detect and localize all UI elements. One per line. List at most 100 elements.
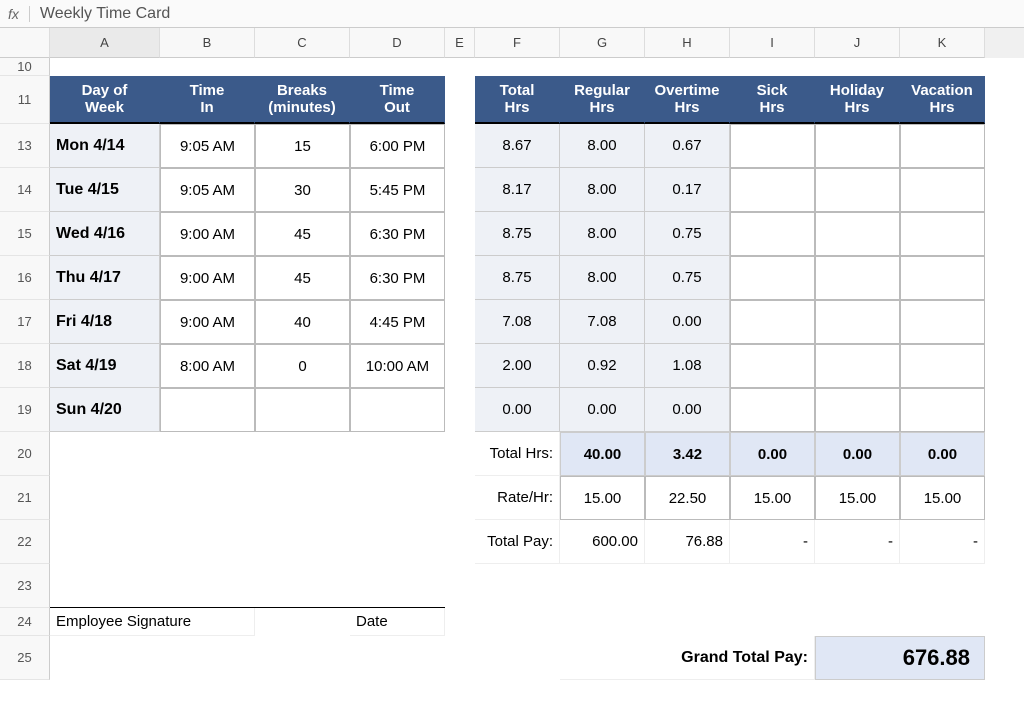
sick-hrs-cell[interactable]: [730, 124, 815, 168]
formula-input[interactable]: [30, 5, 1016, 23]
time-out-cell[interactable]: 6:00 PM: [350, 124, 445, 168]
sick-hrs-cell[interactable]: [730, 256, 815, 300]
cell[interactable]: [445, 212, 475, 256]
cell[interactable]: [445, 124, 475, 168]
col-header-e[interactable]: E: [445, 28, 475, 58]
holiday-hrs-cell[interactable]: [815, 212, 900, 256]
holiday-hrs-cell[interactable]: [815, 344, 900, 388]
breaks-cell[interactable]: 45: [255, 212, 350, 256]
rate-overtime[interactable]: 22.50: [645, 476, 730, 520]
vacation-hrs-cell[interactable]: [900, 256, 985, 300]
row-header-17[interactable]: 17: [0, 300, 50, 344]
cell[interactable]: [255, 608, 350, 636]
rate-sick[interactable]: 15.00: [730, 476, 815, 520]
rate-regular[interactable]: 15.00: [560, 476, 645, 520]
row-header-13[interactable]: 13: [0, 124, 50, 168]
sick-hrs-cell[interactable]: [730, 300, 815, 344]
holiday-hrs-cell[interactable]: [815, 124, 900, 168]
breaks-cell[interactable]: 30: [255, 168, 350, 212]
cell[interactable]: [445, 344, 475, 388]
sick-hrs-cell[interactable]: [730, 168, 815, 212]
grid-body[interactable]: 10 11 Day of Week Time In Breaks (minute…: [0, 58, 1024, 680]
day-cell[interactable]: Sat 4/19: [50, 344, 160, 388]
cell[interactable]: [445, 256, 475, 300]
col-header-k[interactable]: K: [900, 28, 985, 58]
sick-hrs-cell[interactable]: [730, 212, 815, 256]
time-out-cell[interactable]: 6:30 PM: [350, 256, 445, 300]
row-header-18[interactable]: 18: [0, 344, 50, 388]
cell[interactable]: [50, 636, 560, 680]
time-out-cell[interactable]: 6:30 PM: [350, 212, 445, 256]
row-header-23[interactable]: 23: [0, 564, 50, 608]
cell[interactable]: [50, 58, 985, 76]
vacation-hrs-cell[interactable]: [900, 344, 985, 388]
row-header-14[interactable]: 14: [0, 168, 50, 212]
time-out-cell[interactable]: 10:00 AM: [350, 344, 445, 388]
time-in-cell[interactable]: [160, 388, 255, 432]
vacation-hrs-cell[interactable]: [900, 300, 985, 344]
col-header-c[interactable]: C: [255, 28, 350, 58]
cell[interactable]: [50, 520, 445, 564]
vacation-hrs-cell[interactable]: [900, 212, 985, 256]
day-cell[interactable]: Mon 4/14: [50, 124, 160, 168]
cell[interactable]: [445, 476, 475, 520]
holiday-hrs-cell[interactable]: [815, 168, 900, 212]
vacation-hrs-cell[interactable]: [900, 388, 985, 432]
cell[interactable]: [445, 76, 475, 124]
rate-vacation[interactable]: 15.00: [900, 476, 985, 520]
cell[interactable]: [445, 564, 985, 608]
breaks-cell[interactable]: 0: [255, 344, 350, 388]
breaks-cell[interactable]: 40: [255, 300, 350, 344]
time-in-cell[interactable]: 9:05 AM: [160, 168, 255, 212]
cell[interactable]: [445, 300, 475, 344]
time-in-cell[interactable]: 8:00 AM: [160, 344, 255, 388]
row-header-24[interactable]: 24: [0, 608, 50, 636]
day-cell[interactable]: Sun 4/20: [50, 388, 160, 432]
col-header-i[interactable]: I: [730, 28, 815, 58]
col-header-a[interactable]: A: [50, 28, 160, 58]
time-out-cell[interactable]: 4:45 PM: [350, 300, 445, 344]
day-cell[interactable]: Fri 4/18: [50, 300, 160, 344]
sick-hrs-cell[interactable]: [730, 388, 815, 432]
time-in-cell[interactable]: 9:00 AM: [160, 300, 255, 344]
row-header-15[interactable]: 15: [0, 212, 50, 256]
row-header-11[interactable]: 11: [0, 76, 50, 124]
vacation-hrs-cell[interactable]: [900, 124, 985, 168]
col-header-h[interactable]: H: [645, 28, 730, 58]
vacation-hrs-cell[interactable]: [900, 168, 985, 212]
row-header-22[interactable]: 22: [0, 520, 50, 564]
time-in-cell[interactable]: 9:00 AM: [160, 256, 255, 300]
cell[interactable]: [445, 608, 985, 636]
col-header-b[interactable]: B: [160, 28, 255, 58]
cell[interactable]: [445, 520, 475, 564]
rate-holiday[interactable]: 15.00: [815, 476, 900, 520]
breaks-cell[interactable]: [255, 388, 350, 432]
holiday-hrs-cell[interactable]: [815, 388, 900, 432]
day-cell[interactable]: Thu 4/17: [50, 256, 160, 300]
col-header-d[interactable]: D: [350, 28, 445, 58]
cell[interactable]: [445, 432, 475, 476]
cell[interactable]: [50, 564, 445, 608]
sick-hrs-cell[interactable]: [730, 344, 815, 388]
select-all-corner[interactable]: [0, 28, 50, 58]
breaks-cell[interactable]: 15: [255, 124, 350, 168]
col-header-f[interactable]: F: [475, 28, 560, 58]
time-in-cell[interactable]: 9:00 AM: [160, 212, 255, 256]
row-header-10[interactable]: 10: [0, 58, 50, 76]
row-header-21[interactable]: 21: [0, 476, 50, 520]
spreadsheet[interactable]: A B C D E F G H I J K 10 11 Day of Week …: [0, 28, 1024, 680]
holiday-hrs-cell[interactable]: [815, 300, 900, 344]
cell[interactable]: [445, 388, 475, 432]
time-out-cell[interactable]: 5:45 PM: [350, 168, 445, 212]
cell[interactable]: [445, 168, 475, 212]
col-header-g[interactable]: G: [560, 28, 645, 58]
time-in-cell[interactable]: 9:05 AM: [160, 124, 255, 168]
cell[interactable]: [50, 476, 445, 520]
time-out-cell[interactable]: [350, 388, 445, 432]
col-header-j[interactable]: J: [815, 28, 900, 58]
breaks-cell[interactable]: 45: [255, 256, 350, 300]
day-cell[interactable]: Wed 4/16: [50, 212, 160, 256]
holiday-hrs-cell[interactable]: [815, 256, 900, 300]
cell[interactable]: [50, 432, 445, 476]
row-header-16[interactable]: 16: [0, 256, 50, 300]
